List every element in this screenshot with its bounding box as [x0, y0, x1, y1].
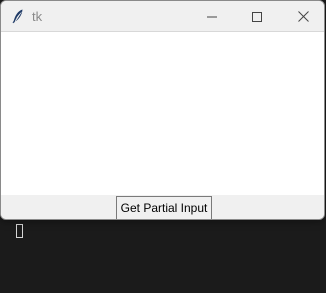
- minimize-icon: [207, 7, 217, 26]
- maximize-icon: [252, 7, 262, 26]
- feather-icon: [10, 8, 26, 24]
- get-partial-input-button[interactable]: Get Partial Input: [116, 196, 212, 219]
- close-button[interactable]: [280, 1, 324, 31]
- minimize-button[interactable]: [189, 1, 235, 31]
- maximize-button[interactable]: [234, 1, 280, 31]
- content-area: [1, 32, 324, 195]
- terminal-cursor: [16, 224, 23, 238]
- tk-window: tk Get Partial Input: [0, 0, 325, 220]
- title-bar[interactable]: tk: [1, 1, 324, 32]
- window-title: tk: [32, 9, 43, 24]
- close-icon: [297, 7, 309, 26]
